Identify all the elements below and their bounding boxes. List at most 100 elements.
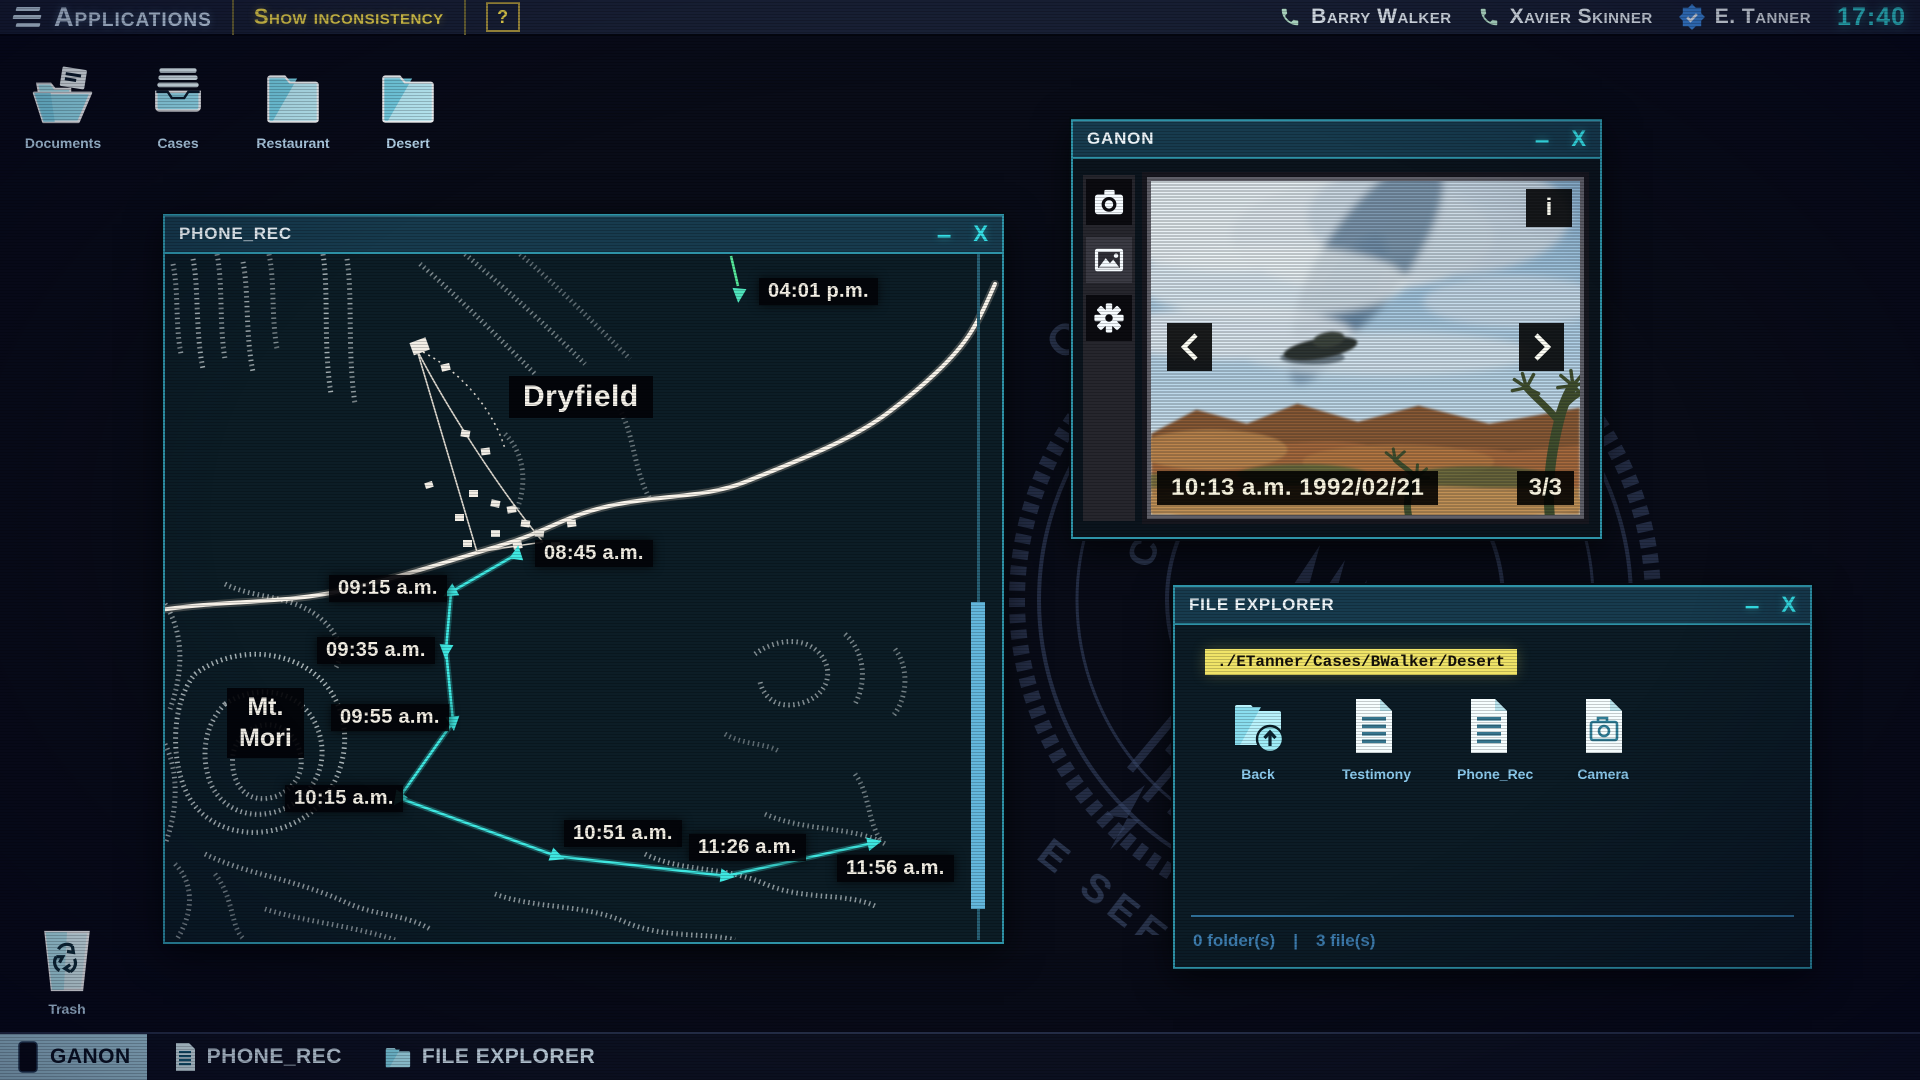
track-marker	[731, 288, 746, 304]
image-file-icon	[1572, 697, 1634, 755]
phone-rec-window: PHONE_REC – X	[163, 214, 1004, 944]
status-separator	[1191, 915, 1794, 917]
file-explorer-titlebar[interactable]: FILE EXPLORER – X	[1175, 587, 1810, 625]
desktop-icon-documents[interactable]: Documents	[24, 66, 102, 151]
applications-menu[interactable]: Applications	[54, 0, 212, 35]
contact-name: Xavier Skinner	[1510, 5, 1653, 29]
previous-photo-button[interactable]	[1167, 323, 1212, 371]
gear-icon	[1093, 302, 1125, 334]
ganon-window: GANON – X	[1071, 119, 1602, 539]
recycle-bin-icon	[41, 930, 93, 992]
camera-tool-button[interactable]	[1086, 179, 1132, 225]
document-icon	[1342, 697, 1404, 755]
ganon-toolbar	[1083, 175, 1135, 521]
desktop-icon-label: Restaurant	[254, 135, 332, 151]
photo-timestamp: 10:13 a.m. 1992/02/21	[1157, 471, 1438, 505]
folder-count: 0 folder(s)	[1193, 931, 1275, 951]
close-button[interactable]: X	[1571, 129, 1586, 149]
folder-up-icon	[1227, 697, 1289, 755]
minimize-button[interactable]: –	[937, 224, 951, 244]
tray-stack-icon	[145, 66, 211, 126]
file-count: 3 file(s)	[1316, 931, 1376, 951]
window-title: FILE EXPLORER	[1189, 595, 1334, 615]
file-label: Camera	[1572, 766, 1634, 782]
folder-icon	[384, 1044, 412, 1070]
desktop-icon-label: Desert	[369, 135, 447, 151]
window-title: PHONE_REC	[179, 224, 292, 244]
desktop-icon-cases[interactable]: Cases	[139, 66, 217, 151]
desktop-icon-label: Documents	[24, 135, 102, 151]
status-divider: |	[1293, 931, 1298, 951]
map-roads	[165, 284, 995, 610]
ufo-photo: i 10:13 a.m. 1992/02/21 3/3	[1151, 181, 1580, 515]
photo-viewer: i 10:13 a.m. 1992/02/21 3/3	[1147, 177, 1584, 519]
path-bar[interactable]: ./ETanner/Cases/BWalker/Desert	[1205, 649, 1517, 675]
help-button[interactable]: ?	[486, 2, 520, 32]
document-icon	[1457, 697, 1519, 755]
taskbar-item-label: PHONE_REC	[207, 1045, 342, 1069]
minimize-button[interactable]: –	[1535, 129, 1549, 149]
file-label: Phone_Rec	[1457, 766, 1519, 782]
window-title: GANON	[1087, 129, 1154, 149]
taskbar-item-label: FILE EXPLORER	[422, 1045, 595, 1069]
desktop-icon-label: Cases	[139, 135, 217, 151]
folder-icon	[260, 66, 326, 126]
taskbar: GANON PHONE_REC FILE EXPLORER	[0, 1032, 1920, 1080]
image-gallery-tool-button[interactable]	[1086, 237, 1132, 283]
ganon-titlebar[interactable]: GANON – X	[1073, 121, 1600, 159]
close-button[interactable]: X	[973, 224, 988, 244]
taskbar-item-ganon[interactable]: GANON	[0, 1034, 147, 1080]
map-canvas[interactable]: Dryfield Mt.Mori 08:45 a.m.09:15 a.m.09:…	[165, 254, 1002, 940]
top-menu-bar: Applications Show inconsistency ? Barry …	[0, 0, 1920, 36]
close-button[interactable]: X	[1781, 595, 1796, 615]
clock: 17:40	[1837, 3, 1906, 32]
track-marker	[720, 868, 736, 884]
taskbar-item-phone-rec[interactable]: PHONE_REC	[157, 1034, 358, 1080]
desktop: OF CE E SEEK Applications Show inconsist…	[0, 0, 1920, 1080]
trash-icon[interactable]: Trash	[28, 930, 106, 1017]
verified-badge-icon	[1679, 4, 1705, 30]
taskbar-item-label: GANON	[50, 1045, 131, 1069]
camera-icon	[1092, 187, 1126, 217]
trash-label: Trash	[28, 1001, 106, 1017]
photo-info-button[interactable]: i	[1526, 189, 1572, 227]
map-scrollbar-thumb[interactable]	[971, 602, 985, 909]
file-item-camera[interactable]: Camera	[1572, 697, 1634, 782]
folder-icon	[375, 66, 441, 126]
minimize-button[interactable]: –	[1745, 595, 1759, 615]
contact-xavier-skinner[interactable]: Xavier Skinner	[1478, 5, 1653, 29]
file-item-phone-rec[interactable]: Phone_Rec	[1457, 697, 1519, 782]
chevron-left-icon	[1177, 331, 1203, 363]
taskbar-item-file-explorer[interactable]: FILE EXPLORER	[368, 1034, 611, 1080]
topbar-separator	[464, 0, 466, 35]
next-photo-button[interactable]	[1519, 323, 1564, 371]
track-marker	[866, 834, 883, 851]
phone-icon	[1478, 6, 1500, 28]
contact-barry-walker[interactable]: Barry Walker	[1279, 5, 1451, 29]
contact-name: Barry Walker	[1311, 5, 1451, 29]
chevron-right-icon	[1529, 331, 1555, 363]
user-etanner[interactable]: E. Tanner	[1679, 4, 1811, 30]
photo-index: 3/3	[1517, 471, 1574, 505]
show-inconsistency-button[interactable]: Show inconsistency	[254, 4, 444, 30]
topbar-separator	[232, 0, 234, 35]
file-item-back[interactable]: Back	[1227, 697, 1289, 782]
open-folder-icon	[30, 66, 96, 126]
document-icon	[173, 1042, 197, 1072]
ganon-device-icon	[16, 1041, 40, 1073]
file-list: Back Testimony	[1175, 697, 1810, 782]
applications-menu-icon[interactable]	[12, 7, 42, 27]
file-item-testimony[interactable]: Testimony	[1342, 697, 1404, 782]
contact-name: E. Tanner	[1715, 5, 1811, 29]
phone-icon	[1279, 6, 1301, 28]
phone-rec-titlebar[interactable]: PHONE_REC – X	[165, 216, 1002, 254]
file-label: Back	[1227, 766, 1289, 782]
image-icon	[1092, 245, 1126, 275]
desktop-icon-restaurant[interactable]: Restaurant	[254, 66, 332, 151]
file-explorer-window: FILE EXPLORER – X ./ETanner/Cases/BWalke…	[1173, 585, 1812, 969]
status-bar: 0 folder(s) | 3 file(s)	[1193, 931, 1375, 951]
desktop-icon-desert[interactable]: Desert	[369, 66, 447, 151]
track-marker	[438, 644, 453, 660]
settings-tool-button[interactable]	[1086, 295, 1132, 341]
gps-track	[388, 256, 883, 884]
